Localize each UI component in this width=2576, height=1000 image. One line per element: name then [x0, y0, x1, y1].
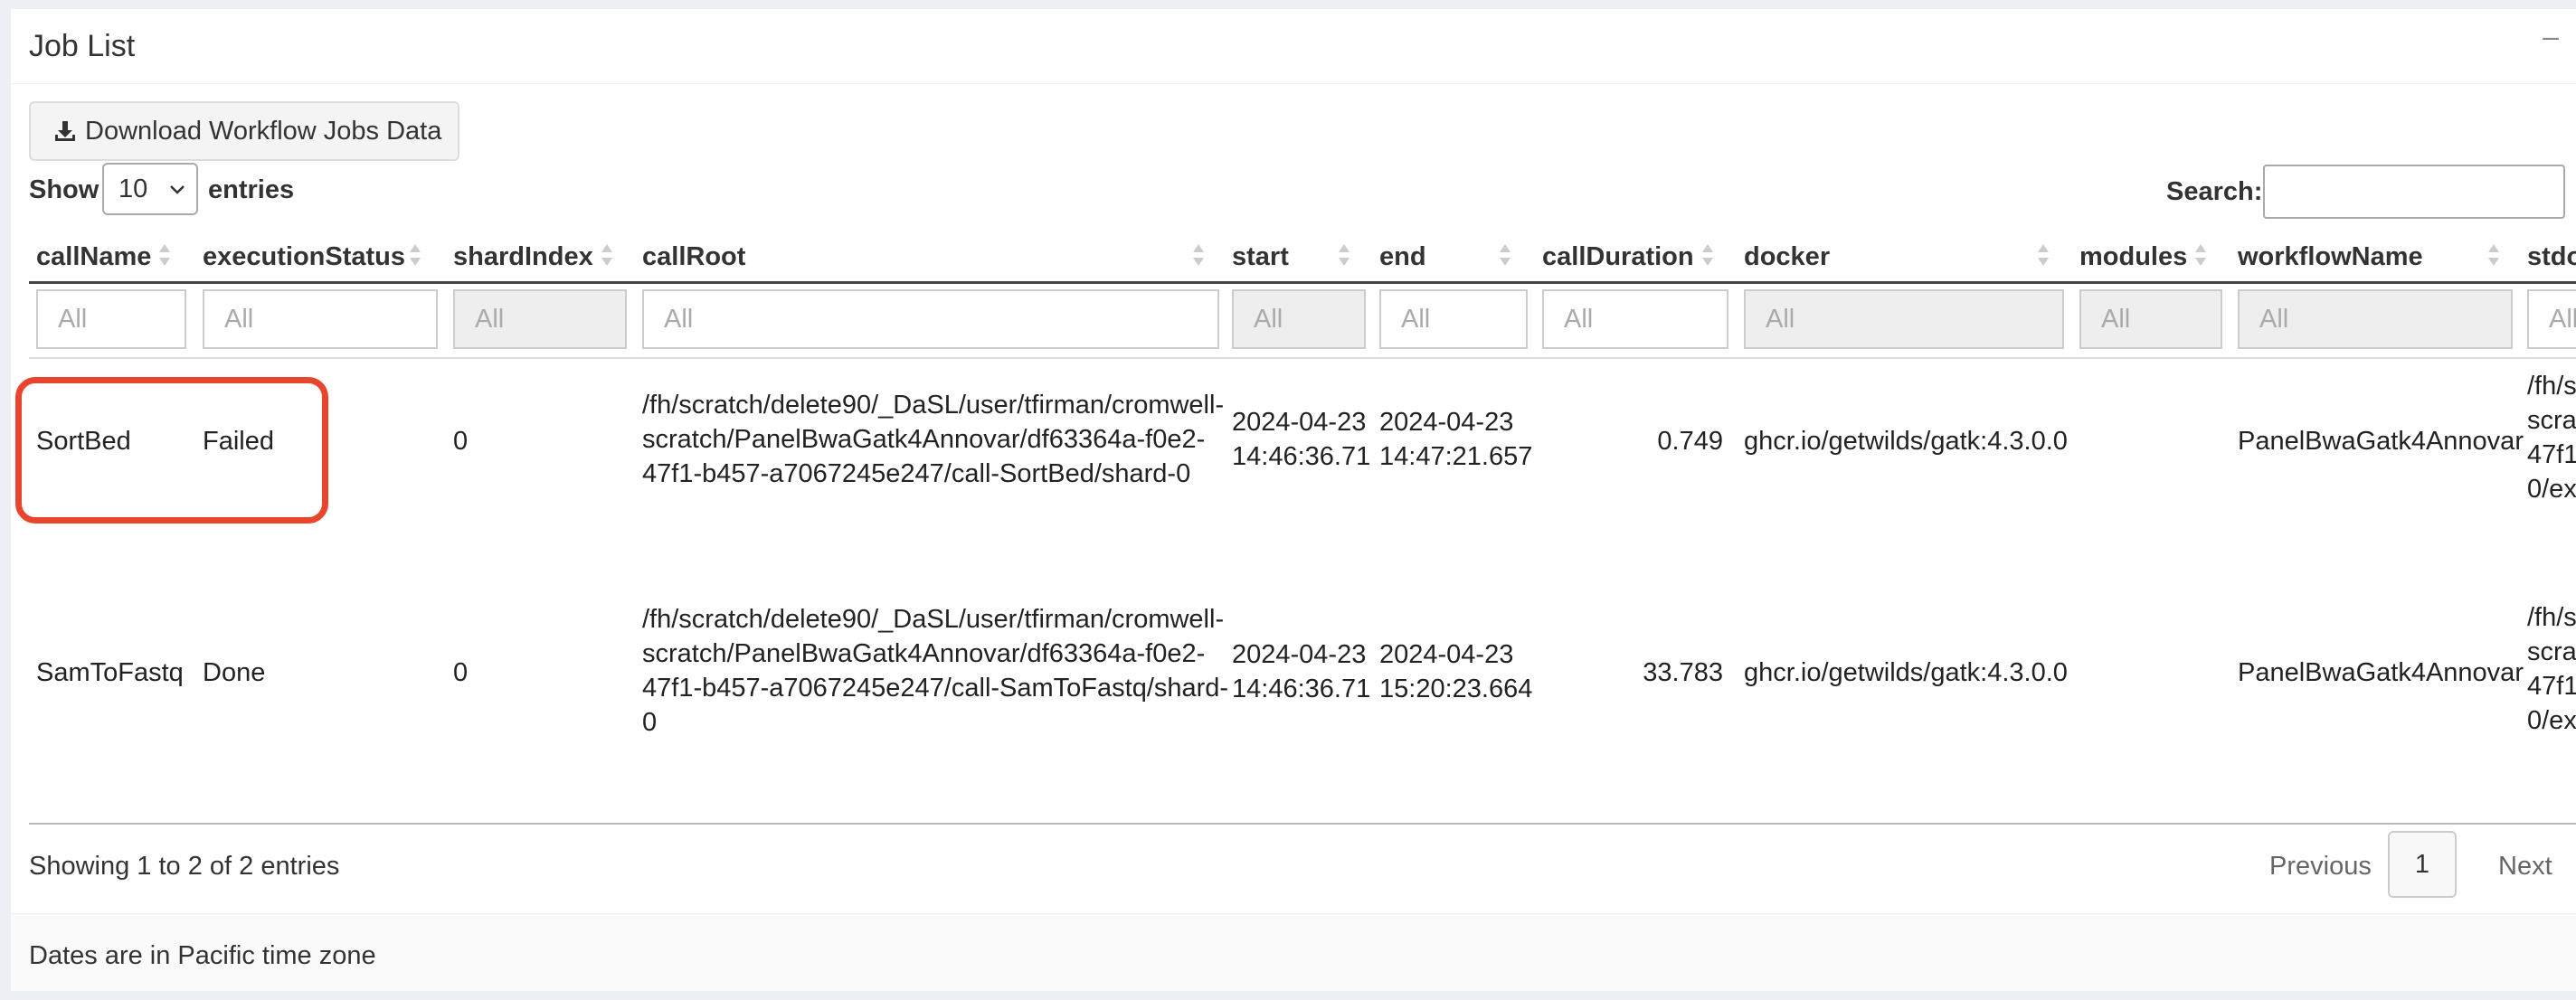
column-header-callduration[interactable]: callDuration [1542, 242, 1694, 272]
cell-callname: SamToFastq [36, 658, 184, 687]
column-header-shardindex[interactable]: shardIndex [453, 242, 593, 272]
filter-shardindex[interactable]: All [453, 289, 627, 349]
entries-per-page-value: 10 [118, 174, 148, 203]
column-header-callroot[interactable]: callRoot [642, 242, 745, 272]
table-bottom-divider [29, 823, 2576, 825]
filter-start[interactable]: All [1232, 289, 1366, 349]
job-list-panel: Job List – Download Workflow Jobs Data S… [11, 9, 2576, 991]
highlight-annotation [15, 377, 328, 524]
search-input[interactable] [2263, 165, 2565, 219]
filter-modules[interactable]: All [2079, 289, 2222, 349]
entries-per-page-select[interactable]: 10 [102, 163, 198, 215]
cell-workflowname: PanelBwaGatk4Annovar [2238, 658, 2524, 687]
filter-executionstatus[interactable]: All [203, 289, 438, 349]
column-header-stdout[interactable]: stdo [2527, 242, 2576, 272]
column-header-end[interactable]: end [1379, 242, 1426, 272]
cell-start: 2024-04-23 14:46:36.71 [1232, 408, 1371, 471]
cell-end: 2024-04-23 14:47:21.657 [1379, 408, 1533, 471]
search-label: Search: [2166, 177, 2263, 206]
cell-callroot: /fh/scratch/delete90/_DaSL/user/tfirman/… [642, 605, 1229, 737]
pagination-previous[interactable]: Previous [2269, 852, 2372, 882]
filter-divider [29, 357, 2576, 359]
filter-stdout[interactable]: All [2527, 289, 2576, 349]
chevron-down-icon [170, 185, 185, 194]
show-label: Show [29, 175, 99, 204]
filter-callroot[interactable]: All [642, 289, 1219, 349]
cell-docker: ghcr.io/getwilds/gatk:4.3.0.0 [1744, 427, 2068, 456]
cell-workflowname: PanelBwaGatk4Annovar [2238, 427, 2524, 456]
column-header-executionstatus[interactable]: executionStatus [203, 242, 405, 272]
sort-icon [410, 244, 421, 266]
panel-footer: Dates are in Pacific time zone [11, 913, 2576, 991]
download-icon [55, 121, 75, 141]
download-button-label: Download Workflow Jobs Data [85, 116, 442, 146]
timezone-note: Dates are in Pacific time zone [29, 941, 376, 970]
column-header-start[interactable]: start [1232, 242, 1289, 272]
panel-header: Job List – [11, 9, 2576, 84]
column-header-modules[interactable]: modules [2079, 242, 2187, 272]
sort-icon [2038, 244, 2049, 266]
cell-callduration: 0.749 [1657, 427, 1723, 456]
download-workflow-jobs-button[interactable]: Download Workflow Jobs Data [29, 101, 459, 161]
pagination-next[interactable]: Next [2498, 852, 2552, 882]
entries-label: entries [208, 175, 295, 204]
cell-callroot: /fh/scratch/delete90/_DaSL/user/tfirman/… [642, 391, 1225, 488]
cell-shardindex: 0 [453, 658, 469, 687]
cell-end: 2024-04-23 15:20:23.664 [1379, 640, 1533, 703]
sort-icon [2195, 244, 2206, 266]
filter-end[interactable]: All [1379, 289, 1528, 349]
pagination-page-1[interactable]: 1 [2388, 831, 2457, 898]
sort-icon [1339, 244, 1350, 266]
cell-stdout: /fh/s scra 47f1 0/ex [2527, 603, 2576, 735]
filter-callname[interactable]: All [36, 289, 186, 349]
sort-icon [159, 244, 170, 266]
column-header-docker[interactable]: docker [1744, 242, 1830, 272]
header-divider [29, 281, 2576, 284]
table-info: Showing 1 to 2 of 2 entries [29, 852, 340, 881]
column-header-callname[interactable]: callName [36, 242, 151, 272]
sort-icon [2488, 244, 2499, 266]
sort-icon [1193, 244, 1204, 266]
cell-shardindex: 0 [453, 427, 469, 456]
minimize-icon[interactable]: – [2533, 18, 2569, 54]
sort-icon [601, 244, 612, 266]
cell-stdout: /fh/s scra 47f1 0/ex [2527, 372, 2576, 504]
column-header-workflowname[interactable]: workflowName [2238, 242, 2423, 272]
cell-start: 2024-04-23 14:46:36.71 [1232, 640, 1371, 703]
panel-title: Job List [29, 29, 136, 63]
cell-docker: ghcr.io/getwilds/gatk:4.3.0.0 [1744, 658, 2068, 687]
filter-workflowname[interactable]: All [2238, 289, 2513, 349]
cell-callduration: 33.783 [1643, 658, 1723, 687]
cell-executionstatus: Done [203, 658, 266, 687]
filter-docker[interactable]: All [1744, 289, 2064, 349]
sort-icon [1702, 244, 1713, 266]
sort-icon [1500, 244, 1511, 266]
filter-callduration[interactable]: All [1542, 289, 1728, 349]
